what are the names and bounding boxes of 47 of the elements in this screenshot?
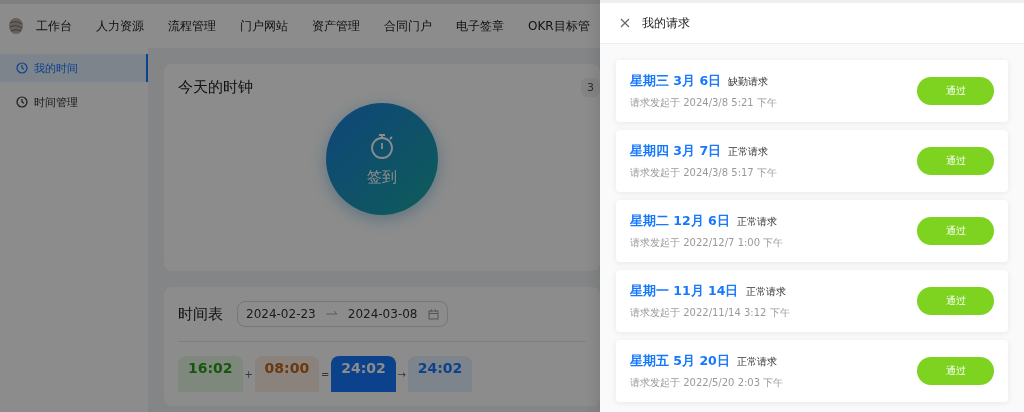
nav-item[interactable]: 电子签章	[444, 17, 516, 35]
sidebar-item[interactable]: 时间管理	[0, 88, 148, 116]
request-type: 正常请求	[745, 284, 786, 299]
nav-item[interactable]: 人力资源	[84, 17, 156, 35]
request-date: 星期二 12月 6日	[630, 212, 730, 230]
nav-item[interactable]: 流程管理	[156, 17, 228, 35]
nav-item[interactable]: 合同门户	[372, 17, 444, 35]
card-title: 今天的时钟	[178, 78, 253, 97]
request-type: 缺勤请求	[728, 74, 769, 89]
card-title: 时间表	[178, 304, 223, 324]
calendar-icon	[427, 308, 439, 320]
operator-sign: →	[396, 368, 407, 380]
request-date: 星期四 3月 7日	[630, 142, 722, 160]
time-tile: 24:02	[331, 356, 396, 392]
sidebar-label: 我的时间	[34, 60, 78, 76]
drawer-title: 我的请求	[642, 14, 690, 32]
request-date: 星期一 11月 14日	[630, 282, 739, 300]
clock-icon	[16, 62, 28, 74]
request-time: 请求发起于 2024/3/8 5:17 下午	[630, 165, 777, 180]
sidebar-label: 时间管理	[34, 94, 78, 110]
request-time: 请求发起于 2022/5/20 2:03 下午	[630, 375, 784, 390]
request-time: 请求发起于 2024/3/8 5:21 下午	[630, 95, 777, 110]
request-date: 星期五 5月 20日	[630, 352, 730, 370]
stopwatch-icon	[369, 131, 395, 160]
request-time: 请求发起于 2022/11/14 3:12 下午	[630, 305, 790, 320]
nav-item[interactable]: 门户网站	[228, 17, 300, 35]
clock-icon	[16, 96, 28, 108]
sidebar-item[interactable]: 我的时间	[0, 54, 148, 82]
time-tile: 24:02	[407, 356, 473, 392]
time-tile: 16:02	[178, 356, 243, 392]
arrow-icon	[325, 310, 338, 318]
date-range-field[interactable]: 2024-02-23 2024-03-08	[237, 301, 448, 327]
check-in-button[interactable]: 签到	[326, 103, 438, 215]
request-type: 正常请求	[728, 144, 769, 159]
date-pill: 3	[581, 78, 600, 97]
time-tile: 08:00	[254, 356, 320, 392]
request-type: 正常请求	[736, 214, 777, 229]
operator-sign: +	[243, 368, 254, 380]
request-date: 星期三 3月 6日	[630, 72, 722, 90]
nav-item[interactable]: 工作台	[24, 17, 84, 35]
operator-sign: =	[320, 368, 331, 380]
close-button[interactable]	[620, 18, 630, 28]
nav-item[interactable]: 资产管理	[300, 17, 372, 35]
close-icon	[620, 18, 630, 28]
request-type: 正常请求	[736, 354, 777, 369]
logo-icon	[8, 17, 24, 35]
request-time: 请求发起于 2022/12/7 1:00 下午	[630, 235, 784, 250]
